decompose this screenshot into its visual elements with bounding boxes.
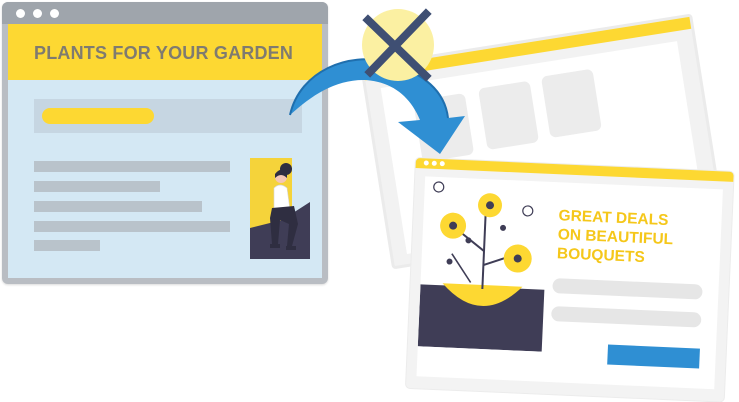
- new-website-window: GREAT DEALS ON BEAUTIFUL BOUQUETS: [405, 158, 734, 402]
- search-bar-placeholder: [34, 99, 302, 133]
- text-line-placeholder: [34, 201, 202, 212]
- content-card-placeholder: [540, 68, 602, 139]
- content-card-placeholder: [413, 92, 475, 163]
- cta-button-placeholder: [607, 344, 700, 369]
- window-dot: [50, 9, 59, 18]
- website-migration-illustration: PLANTS FOR YOUR GARDEN GREAT DEALS ON BE…: [0, 0, 739, 402]
- content-card-placeholder: [478, 80, 540, 151]
- person-sitting-illustration: [250, 158, 310, 259]
- text-line-placeholder: [34, 181, 160, 192]
- old-website-window: PLANTS FOR YOUR GARDEN: [2, 2, 328, 284]
- text-line-placeholder: [34, 221, 230, 232]
- form-field-placeholder: [551, 306, 702, 328]
- text-line-placeholder: [34, 161, 230, 172]
- old-website-page: PLANTS FOR YOUR GARDEN: [8, 24, 322, 278]
- search-pill: [42, 108, 154, 124]
- deal-headline: GREAT DEALS ON BEAUTIFUL BOUQUETS: [557, 206, 719, 270]
- text-line-placeholder: [34, 240, 100, 251]
- window-dot: [16, 9, 25, 18]
- window-dot: [33, 9, 42, 18]
- flower-bouquet-illustration: [417, 181, 545, 352]
- window-titlebar: [2, 2, 328, 24]
- banner-title: PLANTS FOR YOUR GARDEN: [34, 43, 294, 63]
- form-field-placeholder: [552, 278, 703, 300]
- new-website-page: GREAT DEALS ON BEAUTIFUL BOUQUETS: [416, 176, 723, 390]
- site-banner: PLANTS FOR YOUR GARDEN: [8, 24, 322, 80]
